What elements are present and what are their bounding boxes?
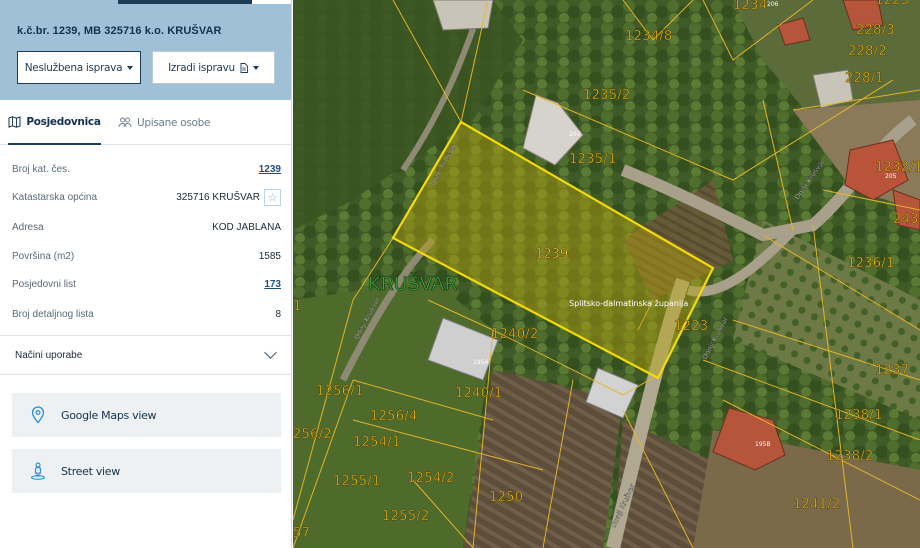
info-tabs: Posjedovnica Upisane osobe (0, 100, 291, 145)
street-view-button[interactable]: Street view (12, 449, 281, 493)
possession-sheet-link[interactable]: 173 (264, 279, 281, 290)
google-maps-view-label: Google Maps view (61, 408, 157, 422)
unofficial-document-button[interactable]: Neslužbena isprava (17, 51, 141, 84)
parcel-label: 1223 (674, 319, 708, 334)
selected-parcel-label: 1239 (535, 247, 568, 262)
create-document-button[interactable]: Izradi ispravu (152, 51, 275, 84)
house-number: 195A (473, 359, 489, 366)
parcel-label: 1232/1 (875, 160, 920, 175)
row-value-wrap: 325716 KRUŠVAR ☆ (176, 189, 281, 206)
parcel-label: 1235/1 (569, 152, 617, 167)
row-value: 1585 (258, 251, 281, 262)
parcel-label: 1255/1 (333, 474, 381, 489)
parcel-number-link[interactable]: 1239 (259, 164, 281, 175)
parcel-label: 57 (293, 526, 310, 541)
parcel-info-panel: k.č.br. 1239, MB 325716 k.o. KRUŠVAR Nes… (0, 0, 292, 548)
map-book-icon (8, 115, 21, 128)
parcel-label: 1237 (875, 363, 909, 378)
google-maps-view-button[interactable]: Google Maps view (12, 393, 281, 437)
street-view-label: Street view (61, 464, 120, 478)
parcel-label: 1238/1 (835, 408, 883, 423)
parcel-label: 1235/2 (583, 88, 631, 103)
parcel-label: 1250 (489, 490, 523, 505)
row-label: Adresa (12, 222, 44, 233)
parcel-label: 1234 (733, 0, 767, 13)
document-icon (240, 62, 248, 73)
map-pin-icon (28, 405, 48, 425)
usage-accordion[interactable]: Načini uporabe (0, 335, 291, 375)
house-number: 207 (569, 131, 581, 138)
parcel-label: 228/3 (856, 23, 895, 38)
parcel-label: 1225 (875, 0, 909, 8)
row-parcel-number: Broj kat. čes. 1239 (12, 155, 281, 184)
unofficial-document-label: Neslužbena isprava (24, 61, 123, 74)
row-label: Katastarska općina (12, 192, 98, 203)
parcel-label: 1256/4 (370, 409, 418, 424)
parcel-label: 228/1 (845, 71, 884, 86)
row-area: Površina (m2) 1585 (12, 242, 281, 271)
parcel-label: 1256/1 (316, 384, 364, 399)
parcel-label: 1234/8 (625, 29, 673, 44)
village-label: KRUŠVAR (368, 271, 458, 295)
tab-upisane-osobe-label: Upisane osobe (137, 116, 211, 129)
caret-down-icon (252, 65, 259, 70)
row-cadastral-municipality: Katastarska općina 325716 KRUŠVAR ☆ (12, 183, 281, 212)
row-value: 8 (275, 309, 281, 320)
row-value: KOD JABLANA (212, 222, 281, 233)
favorite-star-icon[interactable]: ☆ (264, 189, 281, 206)
tab-posjedovnica[interactable]: Posjedovnica (8, 100, 101, 145)
parcel-label: 1255/2 (382, 509, 430, 524)
house-number: 205 (885, 173, 897, 180)
map-canvas[interactable]: Donji Krušvar Donji Krušvar Donji Krušva… (293, 0, 920, 548)
parcel-label: 1240/1 (455, 386, 503, 401)
parcel-label: 1241/2 (793, 497, 841, 512)
caret-down-icon (127, 65, 134, 70)
parcel-label: 1254/2 (407, 471, 455, 486)
house-number: 195B (755, 441, 771, 448)
parcel-label: 256/2 (293, 427, 332, 442)
row-label: Površina (m2) (12, 251, 75, 262)
parcel-label: 1240/2 (491, 327, 539, 342)
tab-posjedovnica-label: Posjedovnica (26, 115, 101, 128)
accordion-label: Načini uporabe (15, 349, 83, 361)
header-tab-indicator (118, 0, 252, 4)
parcel-label: 1254/1 (353, 435, 401, 450)
create-document-label: Izradi ispravu (168, 61, 235, 74)
house-number: 206 (767, 1, 779, 8)
parcel-label: 228/2 (848, 44, 887, 59)
tab-upisane-osobe[interactable]: Upisane osobe (118, 100, 210, 145)
parcel-label: 1 (293, 299, 302, 314)
header-tab-inactive (252, 0, 291, 4)
panel-header: k.č.br. 1239, MB 325716 k.o. KRUŠVAR Nes… (0, 0, 291, 100)
row-address: Adresa KOD JABLANA (12, 213, 281, 242)
parcel-label: 1238/2 (826, 449, 874, 464)
row-possession-sheet: Posjedovni list 173 (12, 270, 281, 299)
row-value: 325716 KRUŠVAR (176, 192, 260, 203)
county-label: Splitsko-dalmatinska županija (569, 299, 688, 308)
cadastral-map[interactable]: Donji Krušvar Donji Krušvar Donji Krušva… (293, 0, 920, 548)
parcel-title: k.č.br. 1239, MB 325716 k.o. KRUŠVAR (17, 25, 222, 37)
parcel-label: 1236/1 (847, 256, 895, 271)
parcel-label: 243 (893, 212, 919, 227)
row-detail-sheet: Broj detaljnog lista 8 (12, 300, 281, 329)
row-label: Posjedovni list (12, 279, 76, 290)
chevron-down-icon (264, 346, 277, 359)
row-label: Broj kat. čes. (12, 164, 70, 175)
people-icon (118, 117, 132, 128)
street-view-person-icon (28, 461, 48, 481)
building (432, 0, 494, 31)
row-label: Broj detaljnog lista (12, 309, 94, 320)
